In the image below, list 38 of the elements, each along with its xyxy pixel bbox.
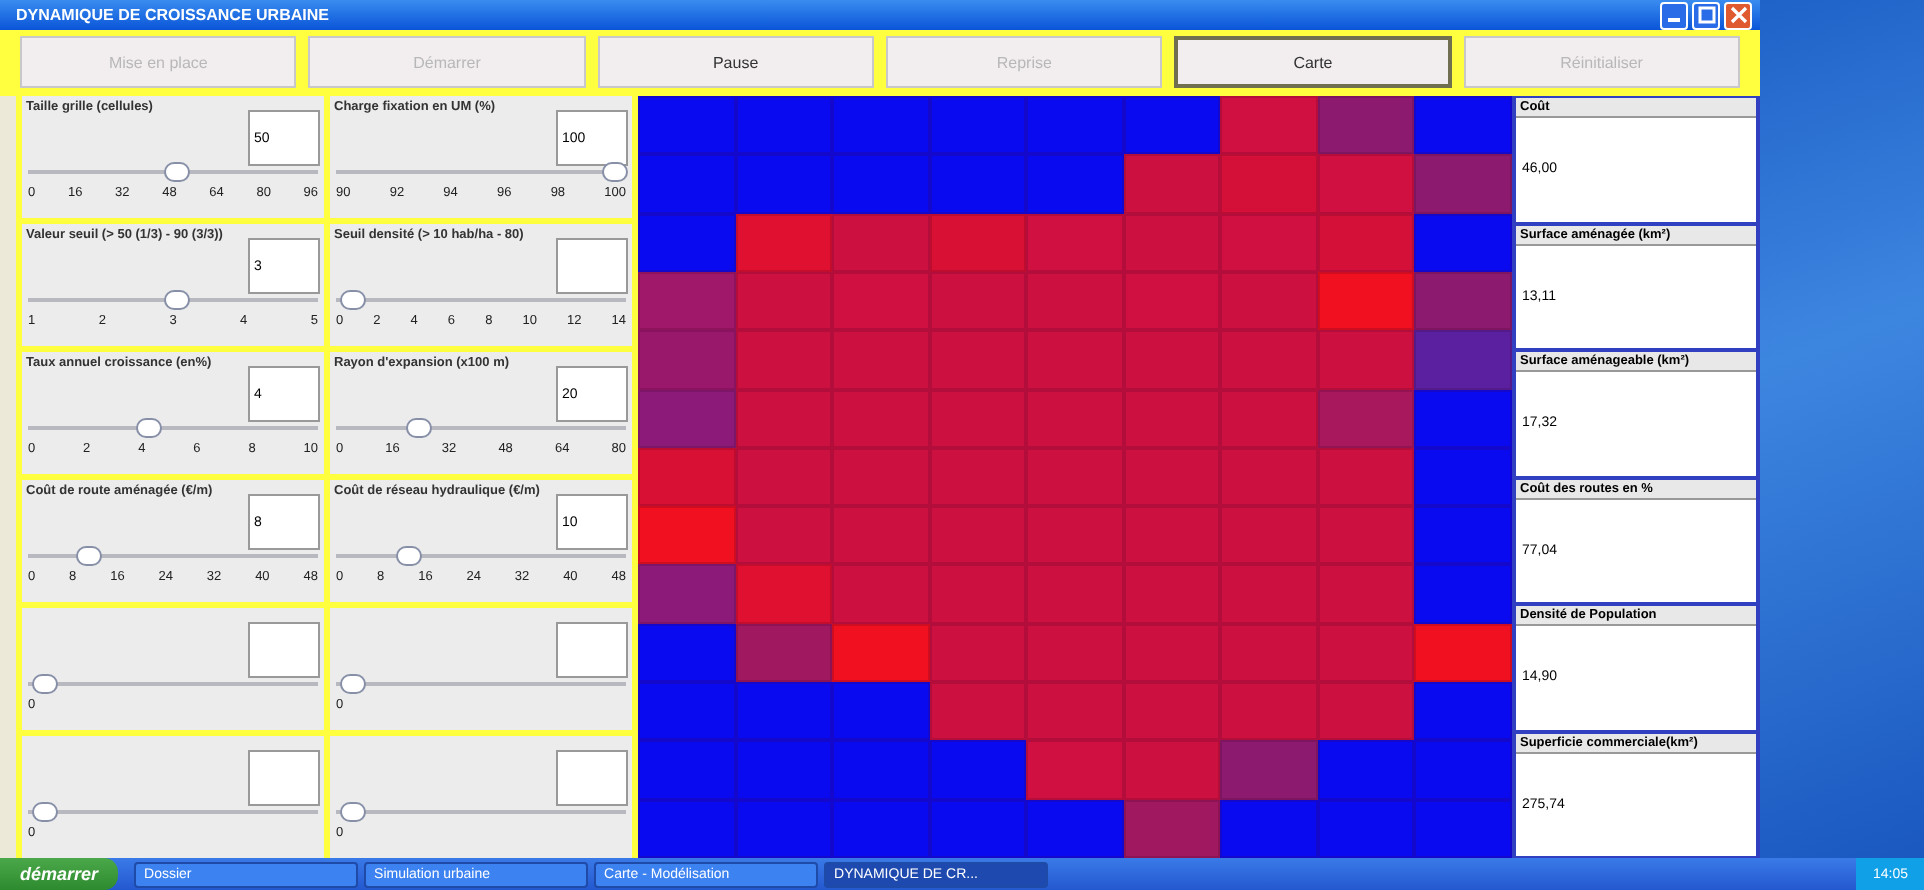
slider-thumb[interactable]	[76, 546, 103, 566]
slider-thumb[interactable]	[405, 418, 432, 438]
value-field[interactable]	[556, 622, 628, 678]
slider[interactable]	[336, 546, 626, 566]
slider-thumb[interactable]	[32, 802, 58, 822]
start-button[interactable]: démarrer	[0, 858, 119, 890]
toolbar-button[interactable]: Pause	[597, 36, 874, 88]
slider[interactable]	[336, 674, 626, 694]
close-icon	[1729, 6, 1747, 24]
slider-thumb[interactable]	[163, 290, 189, 310]
slider[interactable]	[28, 546, 318, 566]
slider[interactable]	[28, 290, 318, 310]
slider[interactable]	[336, 418, 626, 438]
slider[interactable]	[28, 162, 318, 182]
slider[interactable]	[336, 162, 626, 182]
slider[interactable]	[336, 290, 626, 310]
value-field[interactable]	[248, 622, 320, 678]
slider-thumb[interactable]	[340, 802, 366, 822]
window-title: DYNAMIQUE DE CROISSANCE URBAINE	[16, 6, 329, 24]
slider[interactable]	[28, 418, 318, 438]
close-button[interactable]	[1724, 1, 1752, 29]
value-field[interactable]	[556, 238, 628, 294]
maximize-button[interactable]	[1692, 1, 1720, 29]
slider-thumb[interactable]	[340, 290, 366, 310]
slider[interactable]	[336, 802, 626, 822]
value-field[interactable]	[248, 750, 320, 806]
slider-thumb[interactable]	[395, 546, 421, 566]
toolbar-button[interactable]: Carte	[1174, 36, 1452, 88]
maximize-icon	[1697, 6, 1715, 24]
slider-thumb[interactable]	[32, 674, 58, 694]
value-field[interactable]	[556, 750, 628, 806]
slider[interactable]	[28, 674, 318, 694]
slider-thumb[interactable]	[340, 674, 366, 694]
slider-thumb[interactable]	[163, 162, 189, 182]
slider-thumb[interactable]	[602, 162, 628, 182]
minimize-button[interactable]	[1660, 1, 1688, 29]
slider-thumb[interactable]	[136, 418, 163, 438]
slider[interactable]	[28, 802, 318, 822]
